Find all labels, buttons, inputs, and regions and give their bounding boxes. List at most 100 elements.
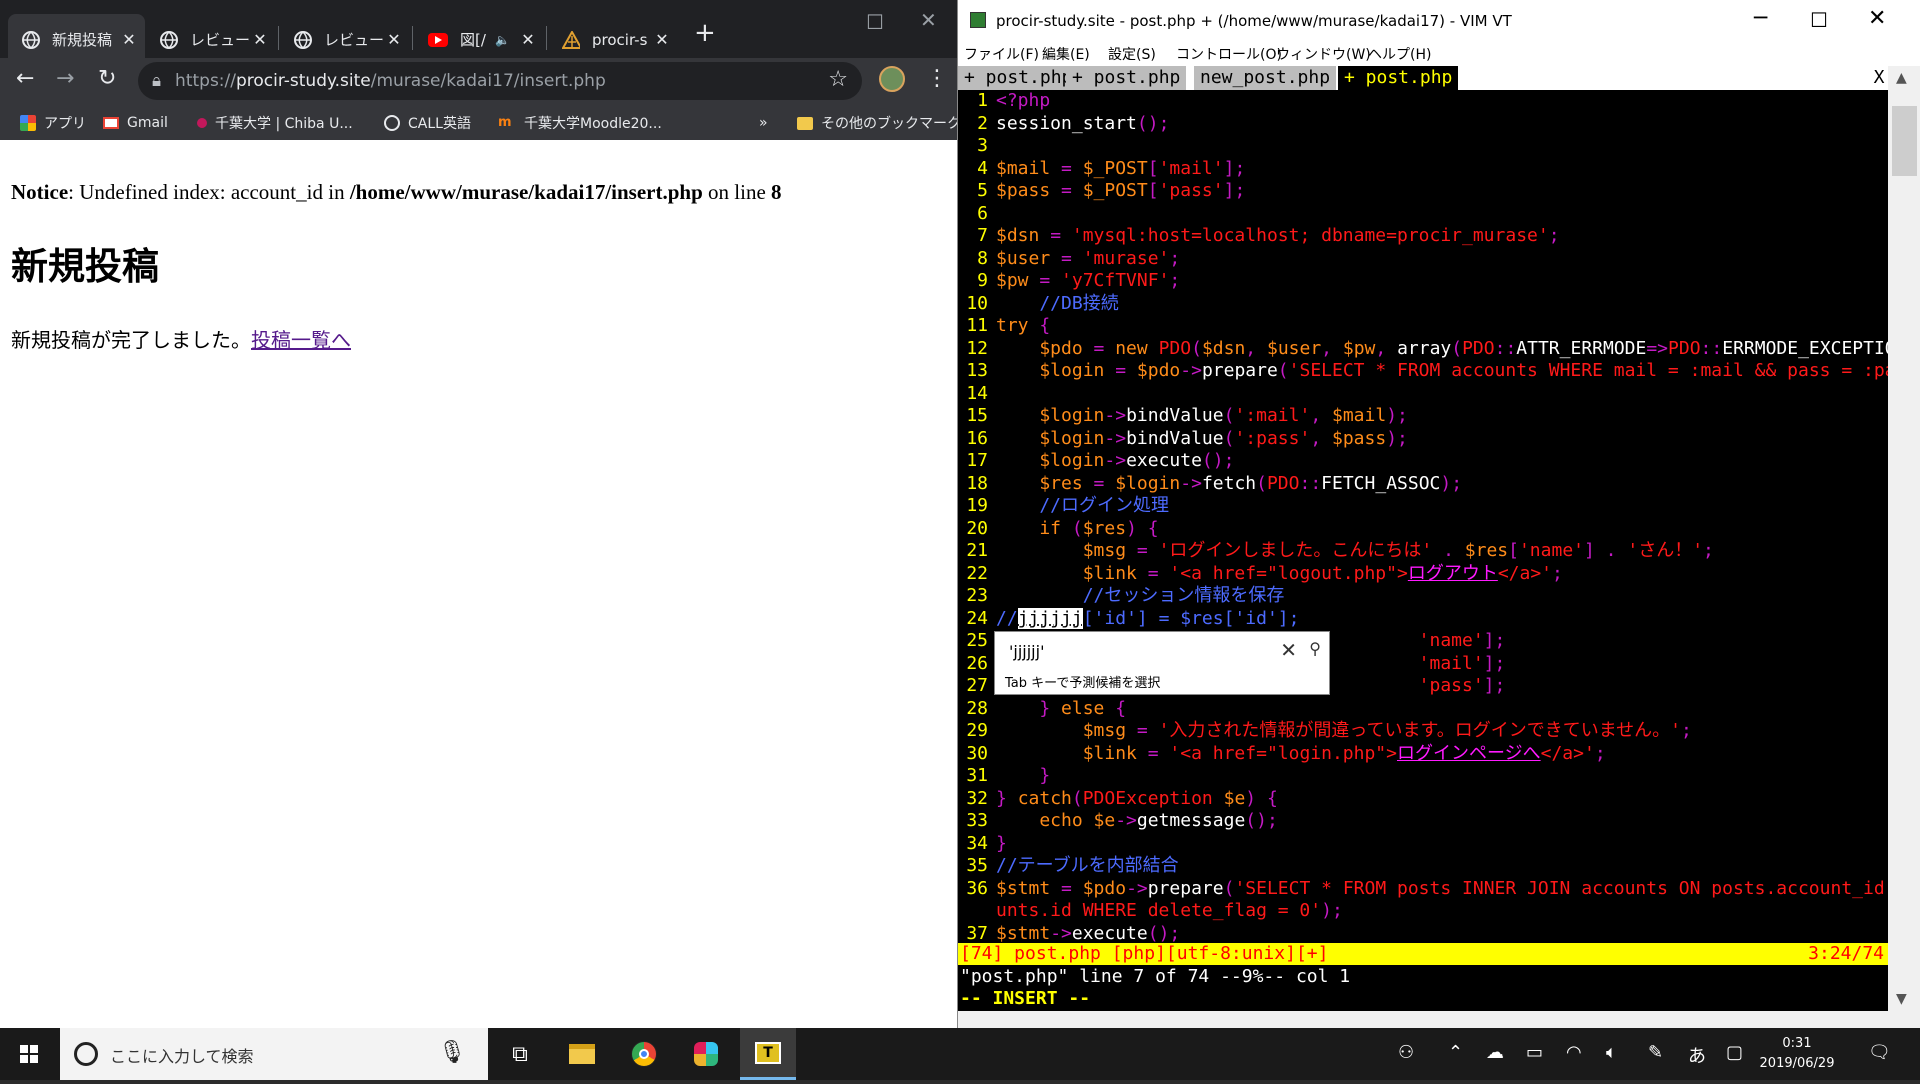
code-line[interactable]: 17 $login->execute(); <box>958 450 1234 473</box>
clock[interactable]: 0:31 2019/06/29 <box>1752 1034 1842 1074</box>
close-icon[interactable]: ✕ <box>250 30 270 49</box>
taskbar-search[interactable]: ここに入力して検索 🎙︎ <box>60 1028 488 1080</box>
address-bar[interactable]: 🔒︎ https://procir-study.site/murase/kada… <box>138 62 862 100</box>
code-line[interactable]: 5 $pass = $_POST['pass']; <box>958 180 1245 203</box>
bookmark-apps[interactable]: アプリ <box>20 106 86 140</box>
pen-icon[interactable]: ✎ <box>1648 1042 1663 1063</box>
close-icon[interactable]: ✕ <box>1868 6 1886 31</box>
code-line[interactable]: 4 $mail = $_POST['mail']; <box>958 158 1245 181</box>
vim-editor[interactable]: + post.php + post.php new_post.php + pos… <box>958 66 1888 1011</box>
window-close-icon[interactable]: ✕ <box>920 8 937 32</box>
reload-icon[interactable]: ↻ <box>98 66 116 91</box>
lock-icon[interactable]: 🔒︎ <box>152 71 161 91</box>
new-tab-button[interactable]: + <box>694 18 716 48</box>
bookmark-star-icon[interactable]: ☆ <box>828 67 848 92</box>
code-line[interactable]: 28 } else { <box>958 698 1126 721</box>
code-line[interactable]: 1 <?php <box>958 90 1050 113</box>
code-line[interactable]: 24 //jjjjjj['id'] = $res['id']; <box>958 607 1299 631</box>
code-line[interactable]: 2 session_start(); <box>958 113 1169 136</box>
code-line[interactable]: 31 } <box>958 765 1050 788</box>
scroll-thumb[interactable] <box>1892 106 1917 176</box>
battery-icon[interactable]: ▭ <box>1526 1042 1543 1063</box>
close-icon[interactable]: ✕ <box>384 30 404 49</box>
scroll-down-icon[interactable]: ▼ <box>1896 991 1907 1007</box>
code-line[interactable]: 8 $user = 'murase'; <box>958 248 1180 271</box>
code-line[interactable]: 23 //セッション情報を保存 <box>958 585 1284 608</box>
code-line[interactable]: 32} catch(PDOException $e) { <box>958 788 1277 811</box>
code-line[interactable]: 19 //ログイン処理 <box>958 495 1169 518</box>
code-line[interactable]: 3 <box>958 135 996 158</box>
notification-icon[interactable]: 🗨︎ <box>1868 1042 1891 1063</box>
minimize-icon[interactable]: ─ <box>1754 6 1767 31</box>
vim-tab[interactable]: new_post.php <box>1194 66 1337 90</box>
close-icon[interactable]: ✕ <box>119 30 139 49</box>
chrome-icon[interactable] <box>616 1028 672 1080</box>
close-icon[interactable]: ✕ <box>518 30 538 49</box>
code-line[interactable]: 33 echo $e->getmessage(); <box>958 810 1277 833</box>
window-restore-icon[interactable]: ☐ <box>866 10 884 34</box>
vim-tab[interactable]: + post.php <box>1066 66 1187 90</box>
menu-icon[interactable]: ⋮ <box>926 66 948 91</box>
code-line[interactable]: 22 $link = '<a href="logout.php">ログアウト</… <box>958 563 1563 586</box>
bookmark-gmail[interactable]: Gmail <box>103 106 168 140</box>
cloud-error-icon[interactable]: ☁ <box>1486 1042 1504 1063</box>
code-line[interactable]: unts.id WHERE delete_flag = 0'); <box>958 900 1343 923</box>
post-list-link[interactable]: 投稿一覧へ <box>251 330 351 352</box>
code-line[interactable]: 37 $stmt->execute(); <box>958 923 1180 946</box>
code-line[interactable]: 18 $res = $login->fetch(PDO::FETCH_ASSOC… <box>958 473 1462 496</box>
code-line[interactable]: 15 $login->bindValue(':mail', $mail); <box>958 405 1408 428</box>
vim-scrollbar[interactable]: ▲ ▼ <box>1888 66 1920 1011</box>
wifi-icon[interactable]: ◠ <box>1566 1042 1582 1063</box>
code-line[interactable]: 6 <box>958 203 996 226</box>
explorer-icon[interactable] <box>554 1028 610 1080</box>
ime-mode-indicator[interactable]: あ <box>1688 1042 1706 1068</box>
menu-edit[interactable]: 編集(E) <box>1042 44 1090 64</box>
code-line[interactable]: 35 //テーブルを内部結合 <box>958 855 1178 878</box>
code-line[interactable]: 34} <box>958 833 1007 856</box>
code-line[interactable]: 10 //DB接続 <box>958 293 1118 316</box>
menu-file[interactable]: ファイル(F) <box>964 44 1039 64</box>
code-line[interactable]: 30 $link = '<a href="login.php">ログインページへ… <box>958 743 1605 766</box>
slack-icon[interactable] <box>678 1028 734 1080</box>
teraterm-icon[interactable]: T <box>740 1028 796 1080</box>
microphone-icon[interactable]: 🎙︎ <box>438 1040 466 1065</box>
forward-icon[interactable]: → <box>56 66 74 91</box>
chevron-up-icon[interactable]: ⌃ <box>1448 1042 1463 1063</box>
people-icon[interactable]: ⚇ <box>1398 1042 1414 1063</box>
code-line[interactable]: 13 $login = $pdo->prepare('SELECT * FROM… <box>958 360 1888 383</box>
vim-tab-active[interactable]: + post.php <box>1338 66 1459 90</box>
code-line[interactable]: 20 if ($res) { <box>958 518 1158 541</box>
ime-candidate-popup[interactable]: 'jjjjjj' ✕ ⚲ Tab キーで予測候補を選択 <box>994 631 1330 695</box>
code-line[interactable]: 12 $pdo = new PDO($dsn, $user, $pw, arra… <box>958 338 1888 361</box>
vim-tab-close[interactable]: X <box>1870 66 1888 90</box>
code-line[interactable]: 7 $dsn = 'mysql:host=localhost; dbname=pr… <box>958 225 1559 248</box>
task-view-icon[interactable]: ⧉ <box>492 1028 548 1080</box>
volume-icon[interactable]: 🔈︎ <box>1606 1042 1617 1063</box>
start-button[interactable] <box>0 1028 60 1080</box>
code-line[interactable]: 14 <box>958 383 996 406</box>
code-line[interactable]: 11 try { <box>958 315 1050 338</box>
speaker-icon[interactable]: 🔈 <box>495 33 510 47</box>
code-line[interactable]: 9 $pw = 'y7CfTVNF'; <box>958 270 1180 293</box>
close-icon[interactable]: ✕ <box>1280 638 1297 662</box>
bookmark-other[interactable]: その他のブックマーク <box>797 106 961 140</box>
code-line[interactable]: 21 $msg = 'ログインしました。こんにちは' . $res['name'… <box>958 540 1714 563</box>
search-icon[interactable]: ⚲ <box>1309 639 1321 658</box>
code-line[interactable]: 16 $login->bindValue(':pass', $pass); <box>958 428 1408 451</box>
bookmark-moodle[interactable]: m 千葉大学Moodle20... <box>498 106 662 140</box>
code-line[interactable]: 29 $msg = '入力された情報が間違っています。ログインできていません。'… <box>958 720 1692 743</box>
scroll-up-icon[interactable]: ▲ <box>1896 70 1907 86</box>
ime-candidate[interactable]: 'jjjjjj' <box>1009 642 1044 661</box>
bookmark-call[interactable]: CALL英語 <box>384 106 471 140</box>
menu-window[interactable]: ウィンドウ(W) <box>1276 44 1371 64</box>
menu-settings[interactable]: 設定(S) <box>1108 44 1156 64</box>
back-icon[interactable]: ← <box>16 66 34 91</box>
menu-control[interactable]: コントロール(O) <box>1176 44 1282 64</box>
bookmark-chiba[interactable]: 千葉大学 | Chiba U... <box>197 106 353 140</box>
bookmarks-overflow[interactable]: » <box>759 106 768 140</box>
close-icon[interactable]: ✕ <box>652 30 672 49</box>
maximize-icon[interactable]: ☐ <box>1810 8 1828 32</box>
ime-icon[interactable]: ▢ <box>1726 1042 1743 1063</box>
menu-help[interactable]: ヘルプ(H) <box>1368 44 1431 64</box>
avatar[interactable] <box>879 66 905 92</box>
